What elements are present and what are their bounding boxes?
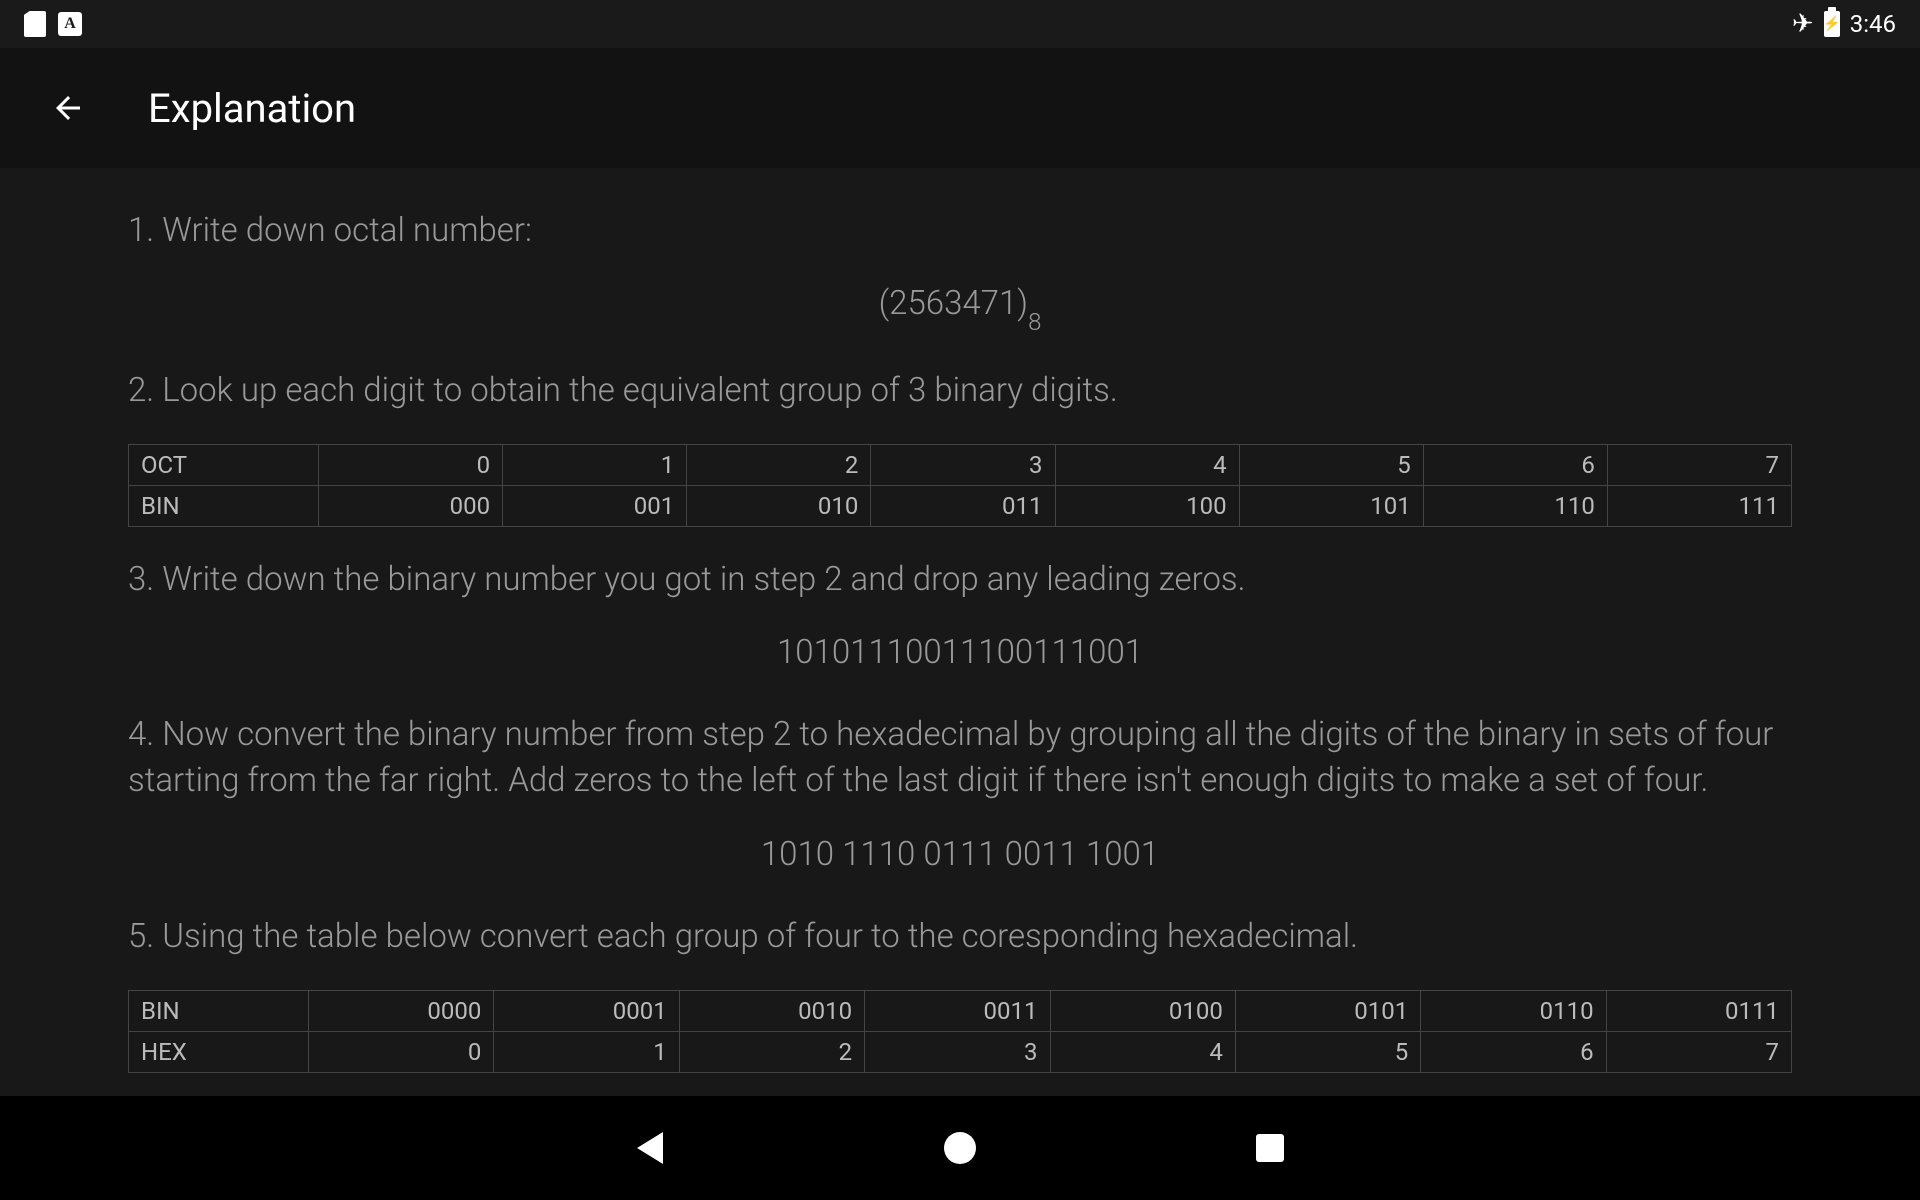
- app-bar: Explanation: [0, 48, 1920, 168]
- table-row: BIN 0000 0001 0010 0011 0100 0101 0110 0…: [129, 990, 1792, 1031]
- table-cell: 110: [1423, 485, 1607, 526]
- table-cell: 000: [319, 485, 503, 526]
- table-cell: 100: [1055, 485, 1239, 526]
- oct-bin-table: OCT 0 1 2 3 4 5 6 7 BIN 000 001 010 011 …: [128, 444, 1792, 527]
- table-cell: 7: [1607, 444, 1791, 485]
- status-left: A: [24, 11, 82, 37]
- table-cell: 011: [871, 485, 1055, 526]
- table-cell: 3: [871, 444, 1055, 485]
- table-cell: 101: [1239, 485, 1423, 526]
- table-cell: 1: [503, 444, 687, 485]
- octal-value: (2563471): [879, 284, 1028, 323]
- step-1-text: 1. Write down octal number:: [128, 208, 1792, 254]
- table-cell: 0111: [1606, 990, 1791, 1031]
- step-2-text: 2. Look up each digit to obtain the equi…: [128, 368, 1792, 414]
- table-cell: 010: [687, 485, 871, 526]
- status-right: ✈ 3:46: [1792, 9, 1896, 39]
- table-cell: 4: [1055, 444, 1239, 485]
- back-button[interactable]: [48, 88, 88, 128]
- nav-home-button[interactable]: [940, 1128, 980, 1168]
- nav-back-button[interactable]: [630, 1128, 670, 1168]
- table-cell: 0100: [1050, 990, 1235, 1031]
- table-cell: 001: [503, 485, 687, 526]
- octal-base: 8: [1028, 308, 1041, 336]
- content-area[interactable]: 1. Write down octal number: (2563471)8 2…: [0, 168, 1920, 1096]
- table-cell: 0: [319, 444, 503, 485]
- hex-label: HEX: [129, 1031, 309, 1072]
- table-row: HEX 0 1 2 3 4 5 6 7: [129, 1031, 1792, 1072]
- table-cell: 0011: [865, 990, 1050, 1031]
- table-cell: 0000: [309, 990, 494, 1031]
- binary-result: 10101110011100111001: [128, 633, 1792, 672]
- triangle-back-icon: [637, 1132, 663, 1164]
- table-cell: 3: [865, 1031, 1050, 1072]
- octal-number-display: (2563471)8: [128, 284, 1792, 328]
- bin-hex-table: BIN 0000 0001 0010 0011 0100 0101 0110 0…: [128, 990, 1792, 1073]
- table-cell: 5: [1235, 1031, 1420, 1072]
- table-cell: 6: [1421, 1031, 1606, 1072]
- status-time: 3:46: [1850, 10, 1896, 38]
- table-cell: 1: [494, 1031, 679, 1072]
- table-row: BIN 000 001 010 011 100 101 110 111: [129, 485, 1792, 526]
- table-cell: 6: [1423, 444, 1607, 485]
- table-cell: 7: [1606, 1031, 1791, 1072]
- table-cell: 4: [1050, 1031, 1235, 1072]
- bin-label: BIN: [129, 485, 319, 526]
- step-3-text: 3. Write down the binary number you got …: [128, 557, 1792, 603]
- nav-recent-button[interactable]: [1250, 1128, 1290, 1168]
- table-cell: 111: [1607, 485, 1791, 526]
- table-cell: 2: [687, 444, 871, 485]
- bin-label: BIN: [129, 990, 309, 1031]
- grouped-binary: 1010 1110 0111 0011 1001: [128, 835, 1792, 874]
- battery-charging-icon: [1824, 11, 1840, 37]
- table-cell: 0110: [1421, 990, 1606, 1031]
- navigation-bar: [0, 1096, 1920, 1200]
- table-cell: 2: [679, 1031, 864, 1072]
- table-cell: 0101: [1235, 990, 1420, 1031]
- table-cell: 0010: [679, 990, 864, 1031]
- table-row: OCT 0 1 2 3 4 5 6 7: [129, 444, 1792, 485]
- table-cell: 5: [1239, 444, 1423, 485]
- sd-card-icon: [24, 11, 46, 37]
- page-title: Explanation: [148, 85, 356, 132]
- circle-home-icon: [944, 1132, 976, 1164]
- square-recent-icon: [1256, 1134, 1284, 1162]
- a-box-icon: A: [58, 12, 82, 36]
- status-bar: A ✈ 3:46: [0, 0, 1920, 48]
- table-cell: 0: [309, 1031, 494, 1072]
- table-cell: 0001: [494, 990, 679, 1031]
- arrow-left-icon: [50, 90, 86, 126]
- step-4-text: 4. Now convert the binary number from st…: [128, 712, 1792, 804]
- airplane-icon: ✈: [1792, 9, 1814, 39]
- step-5-text: 5. Using the table below convert each gr…: [128, 914, 1792, 960]
- oct-label: OCT: [129, 444, 319, 485]
